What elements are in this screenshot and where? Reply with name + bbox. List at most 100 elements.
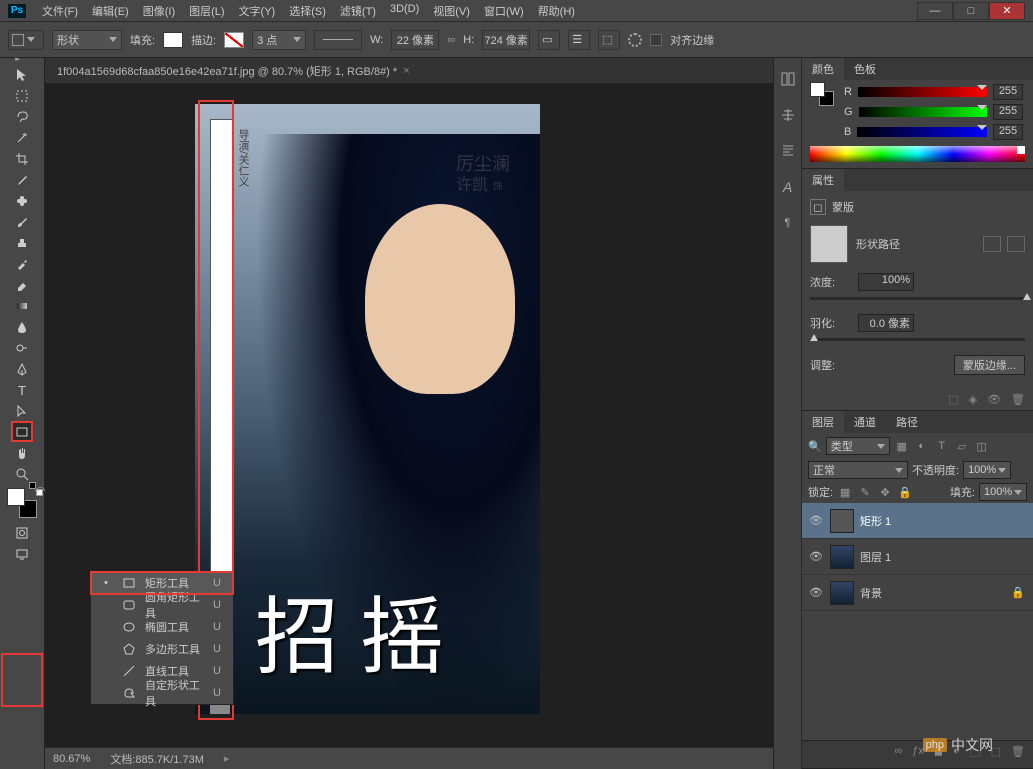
link-wh-icon[interactable]: ∞ [447,34,455,46]
blend-mode-dropdown[interactable]: 正常 [808,461,908,479]
flyout-item[interactable]: 多边形工具U [91,638,233,660]
path-align-button[interactable]: ☰ [568,30,590,50]
mask-edge-button[interactable]: 蒙版边缘... [954,355,1025,375]
prop-trash-icon[interactable]: 🗑 [1011,393,1025,406]
flyout-item[interactable]: 椭圆工具U [91,616,233,638]
healing-tool[interactable] [11,190,33,211]
layer-item[interactable]: 👁矩形 1 [802,503,1033,539]
b-value[interactable]: 255 [993,124,1023,140]
flyout-item[interactable]: 圆角矩形工具U [91,594,233,616]
filter-shape-icon[interactable]: ▱ [954,438,970,454]
lock-all-icon[interactable]: 🔒 [897,484,913,500]
visibility-icon[interactable]: 👁 [802,586,830,599]
path-ops-button[interactable]: ▭ [538,30,560,50]
shape-settings-icon[interactable] [628,33,642,47]
quickmask-tool[interactable] [11,522,33,543]
move-tool[interactable] [11,64,33,85]
lasso-tool[interactable] [11,106,33,127]
tab-properties[interactable]: 属性 [802,169,844,191]
menu-item[interactable]: 3D(D) [384,1,425,21]
gradient-tool[interactable] [11,295,33,316]
color-panel-swatches[interactable] [810,82,834,106]
menu-item[interactable]: 图像(I) [137,1,181,21]
rectangle-tool[interactable] [11,421,33,442]
prop-eye-icon[interactable]: 👁 [987,393,1001,406]
density-value[interactable]: 100% [858,273,914,291]
flyout-item[interactable]: 自定形状工具U [91,682,233,704]
r-slider[interactable] [858,87,987,97]
menu-item[interactable]: 文件(F) [36,1,84,21]
tab-swatches[interactable]: 色板 [844,58,886,80]
stroke-style-dropdown[interactable] [314,30,362,50]
delete-layer-icon[interactable]: 🗑 [1011,745,1025,764]
screenmode-tool[interactable] [11,543,33,564]
dodge-tool[interactable] [11,337,33,358]
paragraph-panel-icon[interactable] [779,142,797,160]
layer-thumbnail[interactable] [830,581,854,605]
pen-tool[interactable] [11,358,33,379]
height-input[interactable] [482,30,530,50]
foreground-color[interactable] [7,488,25,506]
menu-item[interactable]: 选择(S) [283,1,332,21]
feather-value[interactable]: 0.0 像素 [858,314,914,332]
history-brush-tool[interactable] [11,253,33,274]
document-tab[interactable]: 1f004a1569d68cfaa850e16e42ea71f.jpg @ 80… [45,58,773,84]
shape-mode-dropdown[interactable]: 形状 [52,30,122,50]
width-input[interactable] [391,30,439,50]
letter-a-panel-icon[interactable]: A [779,178,797,196]
eyedropper-tool[interactable] [11,169,33,190]
lock-paint-icon[interactable]: ✎ [857,484,873,500]
vector-mask-icon[interactable] [1007,236,1025,252]
lock-trans-icon[interactable]: ▦ [837,484,853,500]
eraser-tool[interactable] [11,274,33,295]
crop-tool[interactable] [11,148,33,169]
brush-tool[interactable] [11,211,33,232]
blur-tool[interactable] [11,316,33,337]
tab-color[interactable]: 颜色 [802,58,844,80]
menu-item[interactable]: 视图(V) [427,1,476,21]
menu-item[interactable]: 滤镜(T) [334,1,382,21]
b-slider[interactable] [857,127,987,137]
foreground-background-swatches[interactable]: ⤺ [7,488,37,518]
hand-tool[interactable] [11,442,33,463]
zoom-level[interactable]: 80.67% [53,753,90,765]
layer-item[interactable]: 👁背景🔒 [802,575,1033,611]
g-slider[interactable] [859,107,987,117]
path-select-tool[interactable] [11,400,33,421]
path-arrange-button[interactable]: ⬚ [598,30,620,50]
minimize-button[interactable]: — [917,2,953,20]
lock-pos-icon[interactable]: ✥ [877,484,893,500]
align-edges-checkbox[interactable] [650,34,662,46]
menu-item[interactable]: 窗口(W) [478,1,530,21]
layer-item[interactable]: 👁图层 1 [802,539,1033,575]
fill-dropdown[interactable]: 100% [979,483,1027,501]
magic-wand-tool[interactable] [11,127,33,148]
filter-smart-icon[interactable]: ◫ [974,438,990,454]
prop-icon-1[interactable]: ⬚ [948,393,958,406]
tab-layers[interactable]: 图层 [802,411,844,433]
layer-filter-dropdown[interactable]: 类型 [826,437,890,455]
tab-channels[interactable]: 通道 [844,411,886,433]
stamp-tool[interactable] [11,232,33,253]
density-slider[interactable] [810,297,1025,300]
layer-thumbnail[interactable] [830,545,854,569]
g-value[interactable]: 255 [993,104,1023,120]
canvas[interactable]: 导演/关仁义 厉尘澜 许凯 饰 招 摇 [195,104,540,714]
type-tool[interactable]: T [11,379,33,400]
opacity-dropdown[interactable]: 100% [963,461,1011,479]
feather-slider[interactable] [810,338,1025,341]
tab-paths[interactable]: 路径 [886,411,928,433]
fill-color-swatch[interactable] [163,32,183,48]
filter-adjust-icon[interactable]: ◐ [914,438,930,454]
close-button[interactable]: ✕ [989,2,1025,20]
menu-item[interactable]: 图层(L) [183,1,230,21]
close-tab-icon[interactable]: × [403,65,409,77]
visibility-icon[interactable]: 👁 [802,550,830,563]
layer-thumbnail[interactable] [830,509,854,533]
stroke-color-swatch[interactable] [224,32,244,48]
filter-pixel-icon[interactable]: ▦ [894,438,910,454]
pixel-mask-icon[interactable] [983,236,1001,252]
tool-preset-picker[interactable] [8,30,44,50]
mask-thumbnail[interactable] [810,225,848,263]
prop-icon-2[interactable]: ◈ [969,393,977,406]
